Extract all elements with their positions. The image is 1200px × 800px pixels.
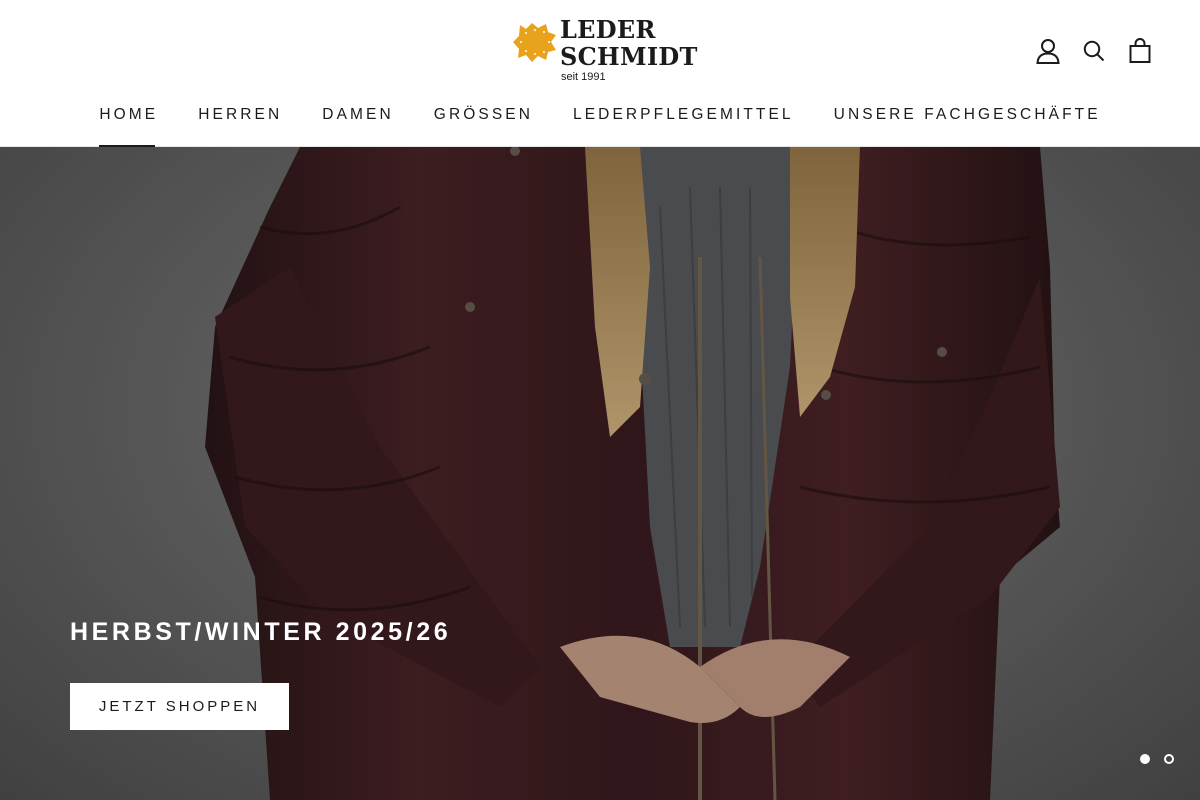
search-icon[interactable] [1082, 37, 1106, 65]
slide-dot-2[interactable] [1164, 754, 1174, 764]
account-icon[interactable] [1036, 37, 1060, 65]
nav-item-herren[interactable]: HERREN [198, 100, 282, 147]
nav-item-lederpflegemittel[interactable]: LEDERPFLEGEMITTEL [573, 100, 794, 147]
nav-item-fachgeschaefte[interactable]: UNSERE FACHGESCHÄFTE [834, 100, 1101, 147]
nav-item-home[interactable]: HOME [99, 100, 158, 147]
brand-since: seit 1991 [561, 71, 606, 83]
nav-item-groessen[interactable]: GRÖSSEN [434, 100, 533, 147]
hero-title: HERBST/WINTER 2025/26 [70, 618, 452, 646]
brand-name-line1: LEDER [560, 15, 656, 44]
nav-item-damen[interactable]: DAMEN [322, 100, 393, 147]
site-header: LEDER SCHMIDT seit 1991 HOME HERREN DAME [0, 0, 1200, 147]
slideshow-dots [1140, 754, 1174, 764]
header-actions [1036, 36, 1152, 66]
hero-banner: HERBST/WINTER 2025/26 JETZT SHOPPEN [0, 147, 1200, 800]
cart-icon[interactable] [1128, 37, 1152, 65]
brand-name-line2: SCHMIDT [560, 42, 698, 71]
brand-logo[interactable]: LEDER SCHMIDT seit 1991 [512, 14, 697, 86]
main-navigation: HOME HERREN DAMEN GRÖSSEN LEDERPFLEGEMIT… [0, 100, 1200, 147]
leather-hide-icon [513, 23, 556, 62]
slide-dot-1[interactable] [1140, 754, 1150, 764]
shop-now-button[interactable]: JETZT SHOPPEN [70, 683, 289, 730]
